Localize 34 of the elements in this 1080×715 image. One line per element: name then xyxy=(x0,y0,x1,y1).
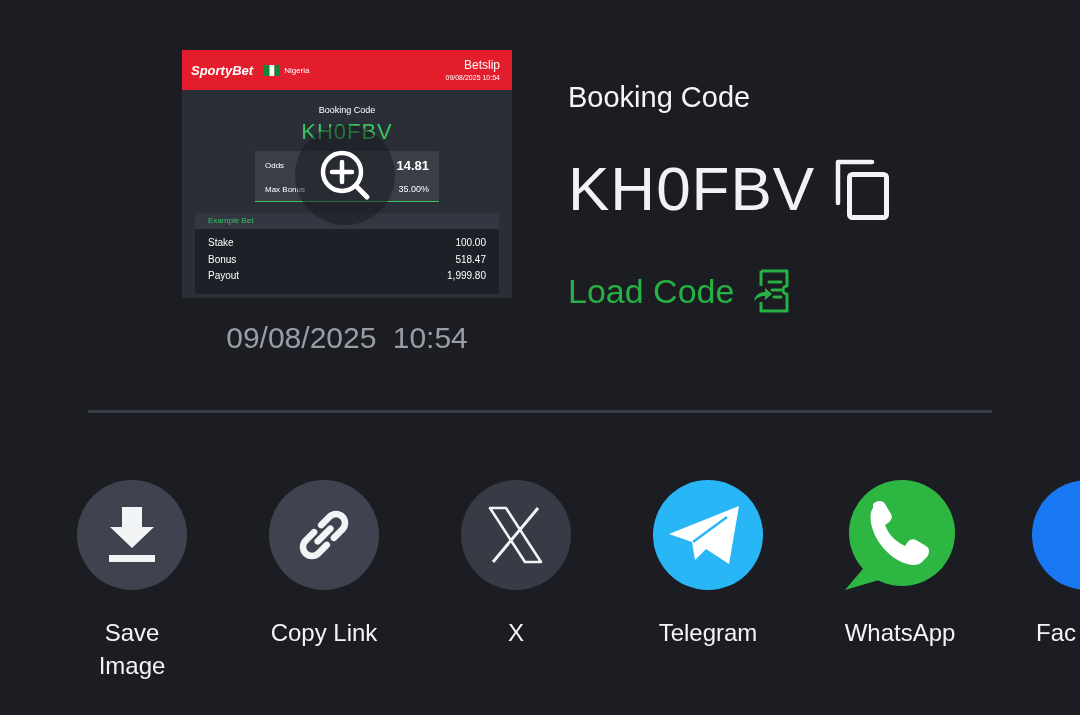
share-option-button[interactable]: Telegram xyxy=(648,480,768,682)
flag-icon xyxy=(264,64,281,76)
preview-date: 09/08/2025 10:54 xyxy=(226,320,468,356)
share-option-button[interactable]: X xyxy=(456,480,576,682)
bet-row-label: Payout xyxy=(208,269,240,283)
phone-bubble-icon xyxy=(845,480,955,590)
booking-code-label: Booking Code xyxy=(318,105,376,116)
share-option-button[interactable]: Copy Link xyxy=(264,480,384,682)
link-icon xyxy=(269,480,379,590)
bet-row-value: 100.00 xyxy=(455,236,486,250)
summary-value: 14.81 xyxy=(396,158,429,173)
summary-value: 35.00% xyxy=(398,184,429,194)
bet-row-label: Bonus xyxy=(208,252,237,267)
bet-row-value: 518.47 xyxy=(455,252,486,267)
country-label: Nigeria xyxy=(284,65,310,75)
load-code-button[interactable]: Load Code xyxy=(568,269,791,313)
download-icon xyxy=(77,480,187,590)
share-option-button[interactable]: Save Image xyxy=(72,480,192,682)
share-option-button[interactable]: Fac xyxy=(1032,480,1080,682)
bet-row-value: 1,999.80 xyxy=(447,269,486,283)
paper-plane-icon xyxy=(653,480,763,590)
x-icon xyxy=(461,480,571,590)
ticket-icon xyxy=(752,269,791,313)
share-option-button[interactable]: WhatsApp xyxy=(840,480,960,682)
bet-row-label: Stake xyxy=(208,236,234,250)
booking-code: KH0FBV xyxy=(301,119,393,145)
summary-label: Max Bonus xyxy=(265,184,306,194)
betslip-title: Betslip xyxy=(463,58,500,73)
booking-code: KH0FBV xyxy=(568,153,816,225)
summary-label: Odds xyxy=(265,161,285,170)
booking-code-label: Booking Code xyxy=(568,80,751,115)
brand-logo: SportyBet xyxy=(191,62,254,78)
example-bet-header: Example Bet xyxy=(195,213,499,229)
copy-icon[interactable] xyxy=(835,158,890,220)
